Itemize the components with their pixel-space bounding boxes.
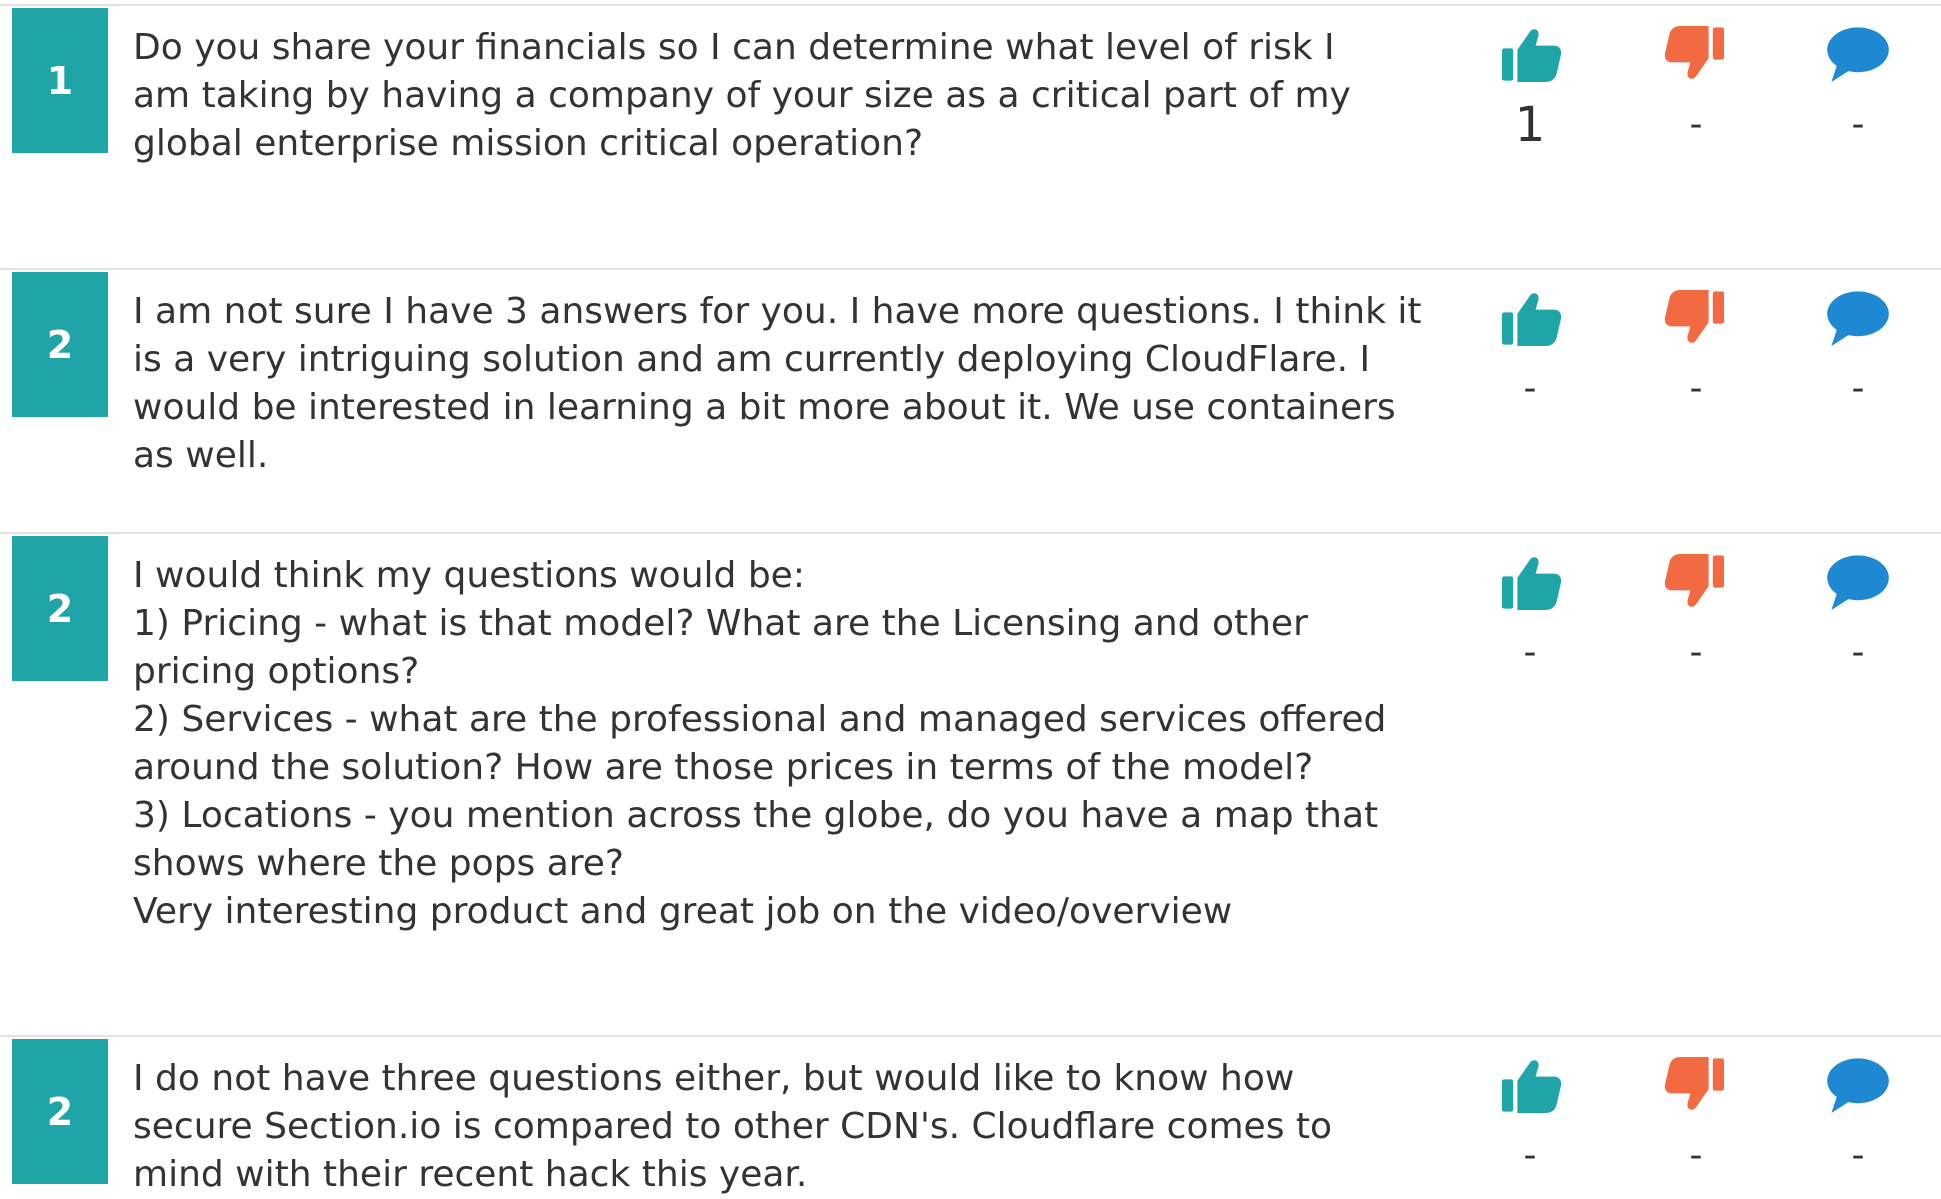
score-badge: 1: [12, 8, 108, 153]
downvote-count: -: [1689, 632, 1703, 673]
response-text: I would think my questions would be: 1) …: [133, 555, 1387, 932]
comment-count: -: [1851, 1135, 1865, 1176]
upvote-count: -: [1523, 1135, 1537, 1176]
response-text: I do not have three questions either, bu…: [133, 1058, 1333, 1195]
upvote-count: -: [1523, 368, 1537, 409]
downvote-count: -: [1689, 368, 1703, 409]
downvote-count: -: [1689, 104, 1703, 145]
row-divider: [0, 532, 1941, 534]
thumbs-down-icon[interactable]: [1661, 283, 1731, 353]
downvote-control[interactable]: -: [1636, 1050, 1756, 1190]
downvote-count: -: [1689, 1135, 1703, 1176]
comment-count: -: [1851, 104, 1865, 145]
upvote-control[interactable]: -: [1470, 1050, 1590, 1190]
row-divider: [0, 1035, 1941, 1037]
upvote-count: 1: [1514, 97, 1546, 153]
response-text: Do you share your financials so I can de…: [133, 27, 1351, 164]
row-divider: [0, 268, 1941, 270]
response-row: 2 I would think my questions would be: 1…: [0, 532, 1941, 1032]
response-row: 2 I am not sure I have 3 answers for you…: [0, 268, 1941, 532]
response-feed: 1 Do you share your financials so I can …: [0, 0, 1941, 1199]
comment-count: -: [1851, 632, 1865, 673]
thumbs-down-icon[interactable]: [1661, 1050, 1731, 1120]
comment-count: -: [1851, 368, 1865, 409]
speech-bubble-icon[interactable]: [1823, 283, 1893, 353]
thumbs-down-icon[interactable]: [1661, 19, 1731, 89]
thumbs-down-icon[interactable]: [1661, 547, 1731, 617]
speech-bubble-icon[interactable]: [1823, 547, 1893, 617]
speech-bubble-icon[interactable]: [1823, 1050, 1893, 1120]
thumbs-up-icon[interactable]: [1495, 19, 1565, 89]
score-badge: 2: [12, 272, 108, 417]
thumbs-up-icon[interactable]: [1495, 1050, 1565, 1120]
response-row: 1 Do you share your financials so I can …: [0, 4, 1941, 266]
response-row: 2 I do not have three questions either, …: [0, 1035, 1941, 1199]
downvote-control[interactable]: -: [1636, 283, 1756, 423]
comment-control[interactable]: -: [1798, 19, 1918, 159]
upvote-count: -: [1523, 632, 1537, 673]
downvote-control[interactable]: -: [1636, 19, 1756, 159]
response-text: I am not sure I have 3 answers for you. …: [133, 291, 1422, 476]
comment-control[interactable]: -: [1798, 283, 1918, 423]
upvote-control[interactable]: -: [1470, 283, 1590, 423]
comment-control[interactable]: -: [1798, 1050, 1918, 1190]
thumbs-up-icon[interactable]: [1495, 283, 1565, 353]
upvote-control[interactable]: -: [1470, 547, 1590, 687]
thumbs-up-icon[interactable]: [1495, 547, 1565, 617]
score-badge: 2: [12, 1039, 108, 1184]
upvote-control[interactable]: 1: [1470, 19, 1590, 159]
speech-bubble-icon[interactable]: [1823, 19, 1893, 89]
downvote-control[interactable]: -: [1636, 547, 1756, 687]
comment-control[interactable]: -: [1798, 547, 1918, 687]
row-divider: [0, 4, 1941, 6]
score-badge: 2: [12, 536, 108, 681]
